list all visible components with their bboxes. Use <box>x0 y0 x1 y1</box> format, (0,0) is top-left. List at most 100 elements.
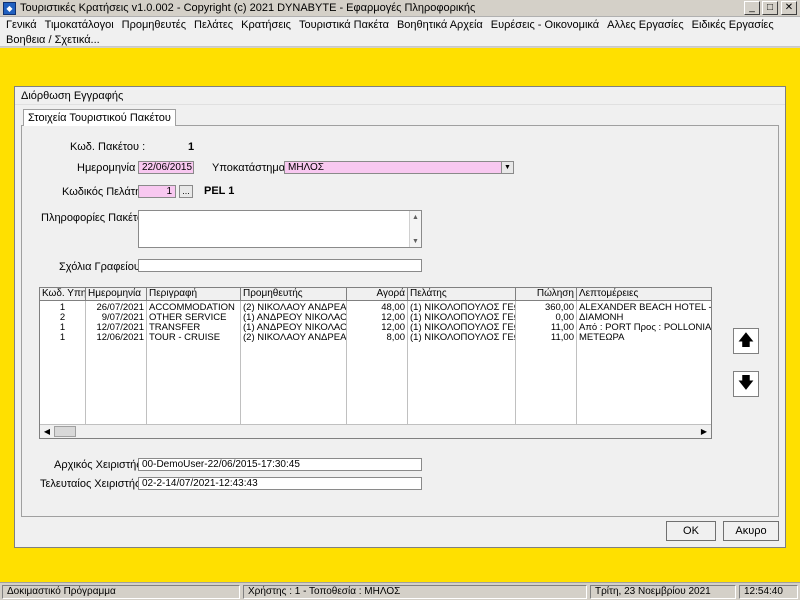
package-info-field[interactable]: ▲ ▼ <box>138 210 422 248</box>
table-cell: 1 <box>59 333 66 343</box>
menu-item[interactable]: Προμηθευτές <box>118 19 190 32</box>
table-cell: 360,00 <box>544 303 574 313</box>
last-user-field: 02-2-14/07/2021-12:43:43 <box>138 477 422 490</box>
office-comments-field[interactable] <box>138 259 422 272</box>
menu-bar: Γενικά Τιμοκατάλογοι Προμηθευτές Πελάτες Κρα… <box>0 17 800 47</box>
scroll-down-icon[interactable]: ▼ <box>410 236 421 246</box>
menu-item[interactable]: Βοηθητικά Αρχεία <box>393 19 487 32</box>
status-date: Τρίτη, 23 Νοεμβρίου 2021 <box>590 585 736 599</box>
table-cell: 8,00 <box>386 333 406 343</box>
branch-select[interactable]: ΜΗΛΟΣ ▼ <box>284 161 514 174</box>
edit-record-dialog: Διόρθωση Εγγραφής Στοιχεία Τουριστικού Π… <box>14 86 786 548</box>
branch-value: ΜΗΛΟΣ <box>288 162 324 173</box>
table-cell: ACCOMMODATION <box>149 303 235 313</box>
table-cell: TRANSFER <box>149 323 201 333</box>
table-cell: 9/07/2021 <box>101 313 144 323</box>
table-cell: (1) ΝΙΚΟΛΟΠΟΥΛΟΣ ΓΕΩΡΓ <box>410 313 515 323</box>
menu-item[interactable]: Βοηθεια / Σχετικά... <box>2 34 104 47</box>
office-comments-label: Σχόλια Γραφείου : <box>59 261 146 273</box>
first-user-label: Αρχικός Χειριστής : <box>54 459 148 471</box>
customer-code-field[interactable]: 1 <box>138 185 176 198</box>
first-user-field: 00-DemoUser-22/06/2015-17:30:45 <box>138 458 422 471</box>
arrow-down-icon: 🡇 <box>737 375 755 392</box>
grid-column-header[interactable]: Ημερομηνία <box>86 288 147 301</box>
table-cell: (1) ΝΙΚΟΛΟΠΟΥΛΟΣ ΓΕΩΡΓ <box>410 333 515 343</box>
tab-panel: Κωδ. Πακέτου : 1 Ημερομηνία : 22/06/2015… <box>21 125 779 517</box>
package-code-label: Κωδ. Πακέτου : <box>70 141 146 153</box>
table-cell: 26/07/2021 <box>96 303 144 313</box>
table-cell: 12/06/2021 <box>96 333 144 343</box>
table-cell: TOUR - CRUISE <box>149 333 221 343</box>
table-cell: (1) ΑΝΔΡΕΟΥ ΝΙΚΟΛΑΟΣ <box>243 313 346 323</box>
grid-column-header[interactable]: Πελάτης <box>408 288 516 301</box>
table-cell: 0,00 <box>555 313 575 323</box>
scroll-left-icon[interactable]: ◀ <box>41 426 53 437</box>
menu-item[interactable]: Ευρέσεις - Οικονομικά <box>487 19 603 32</box>
package-info-scrollbar[interactable]: ▲ ▼ <box>409 211 421 247</box>
status-program: Δοκιμαστικό Πρόγραμμα <box>2 585 240 599</box>
arrow-up-icon: 🡅 <box>737 332 755 349</box>
customer-name: PEL 1 <box>204 185 235 197</box>
maximize-button[interactable]: □ <box>762 1 778 15</box>
date-field[interactable]: 22/06/2015 <box>138 161 194 174</box>
menu-item[interactable]: Πελάτες <box>190 19 237 32</box>
grid-column-header[interactable]: Κωδ. Υπηρ. <box>40 288 86 301</box>
tab-package-details[interactable]: Στοιχεία Τουριστικού Πακέτου <box>23 109 176 126</box>
dialog-title: Διόρθωση Εγγραφής <box>21 90 124 102</box>
menu-item[interactable]: Κρατήσεις <box>237 19 295 32</box>
window-title: Τουριστικές Κρατήσεις v1.0.002 - Copyrig… <box>20 2 476 14</box>
services-grid[interactable]: Κωδ. Υπηρ.ΗμερομηνίαΠεριγραφήΠρομηθευτής… <box>39 287 712 439</box>
table-cell: 1 <box>59 323 66 333</box>
ok-button[interactable]: OK <box>666 521 716 541</box>
scroll-right-icon[interactable]: ▶ <box>698 426 710 437</box>
table-cell: ALEXANDER BEACH HOTEL - ΑΘ <box>579 303 712 313</box>
grid-column-header[interactable]: Πώληση <box>516 288 577 301</box>
dialog-title-bar: Διόρθωση Εγγραφής <box>15 87 785 105</box>
table-cell: (1) ΝΙΚΟΛΟΠΟΥΛΟΣ ΓΕΩΡΓ <box>410 303 515 313</box>
scroll-thumb[interactable] <box>54 426 76 437</box>
table-row[interactable]: 1 26/07/2021 ACCOMMODATION (2) ΝΙΚΟΛΑΟΥ ΑΝΔ… <box>40 303 711 313</box>
grid-column-header[interactable]: Περιγραφή <box>147 288 241 301</box>
status-bar: Δοκιμαστικό Πρόγραμμα Χρήστης : 1 - Τοπο… <box>0 582 800 600</box>
move-down-button[interactable]: 🡇 <box>733 371 759 397</box>
table-cell: 12,00 <box>381 313 405 323</box>
menu-row-1: Γενικά Τιμοκατάλογοι Προμηθευτές Πελάτες Κρα… <box>2 19 778 33</box>
table-cell: 2 <box>59 313 66 323</box>
customer-lookup-button[interactable]: ... <box>179 185 193 198</box>
chevron-down-icon[interactable]: ▼ <box>501 162 513 173</box>
menu-item[interactable]: Γενικά <box>2 19 41 32</box>
date-label: Ημερομηνία : <box>77 162 142 174</box>
last-user-label: Τελευταίος Χειριστής : <box>40 478 147 490</box>
move-up-button[interactable]: 🡅 <box>733 328 759 354</box>
table-cell: 12,00 <box>381 323 405 333</box>
package-code-value: 1 <box>188 141 195 153</box>
status-time: 12:54:40 <box>739 585 798 599</box>
table-cell: (1) ΝΙΚΟΛΟΠΟΥΛΟΣ ΓΕΩΡΓ <box>410 323 515 333</box>
table-cell: ΔΙΑΜΟΝΗ <box>579 313 624 323</box>
horizontal-scrollbar[interactable]: ◀ ▶ <box>40 424 711 438</box>
minimize-button[interactable]: _ <box>744 1 760 15</box>
status-user: Χρήστης : 1 - Τοποθεσία : ΜΗΛΟΣ <box>243 585 587 599</box>
grid-header: Κωδ. Υπηρ.ΗμερομηνίαΠεριγραφήΠρομηθευτής… <box>40 288 711 301</box>
branch-label: Υποκατάστημα : <box>212 162 292 174</box>
menu-item[interactable]: Τιμοκατάλογοι <box>41 19 118 32</box>
grid-column-header[interactable]: Προμηθευτής <box>241 288 347 301</box>
menu-item[interactable]: Τουριστικά Πακέτα <box>295 19 393 32</box>
table-cell: (1) ΑΝΔΡΕΟΥ ΝΙΚΟΛΑΟΣ <box>243 323 346 333</box>
title-bar: ◆ Τουριστικές Κρατήσεις v1.0.002 - Copyr… <box>0 0 800 17</box>
table-cell: 11,00 <box>550 333 574 343</box>
table-cell: (2) ΝΙΚΟΛΑΟΥ ΑΝΔΡΕΑΣ <box>243 333 346 343</box>
menu-item[interactable]: Αλλες Εργασίες <box>603 19 688 32</box>
scroll-up-icon[interactable]: ▲ <box>410 212 421 222</box>
grid-column-header[interactable]: Λεπτομέρειες <box>577 288 711 301</box>
table-cell: 11,00 <box>550 323 574 333</box>
table-row[interactable]: 1 12/06/2021 TOUR - CRUISE (2) ΝΙΚΟΛΑΟΥ ΑΝΔ… <box>40 333 711 343</box>
close-button[interactable]: ✕ <box>781 1 797 15</box>
table-row[interactable]: 2 9/07/2021 OTHER SERVICE (1) ΑΝΔΡΕΟΥ ΝΙΚΟΛ… <box>40 313 711 323</box>
cancel-button[interactable]: Ακυρο <box>723 521 779 541</box>
table-cell: (2) ΝΙΚΟΛΑΟΥ ΑΝΔΡΕΑΣ <box>243 303 346 313</box>
menu-item[interactable]: Ειδικές Εργασίες <box>688 19 778 32</box>
grid-column-header[interactable]: Αγορά <box>347 288 408 301</box>
table-row[interactable]: 1 12/07/2021 TRANSFER (1) ΑΝΔΡΕΟΥ ΝΙΚΟΛΑΟΣ 1… <box>40 323 711 333</box>
table-cell: Από : PORT Προς : POLLONIA <box>579 323 712 333</box>
